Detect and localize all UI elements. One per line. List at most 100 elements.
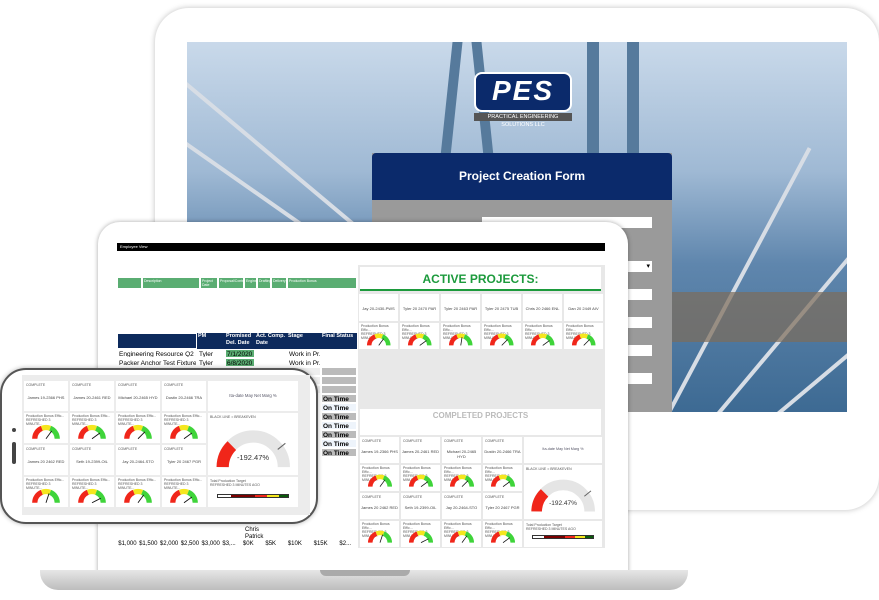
- gauge-card[interactable]: Production Bonus Effic... REFRESHED 3 MIN…: [401, 465, 440, 491]
- gauge-card[interactable]: Production Bonus Effic... REFRESHED 3 MIN…: [441, 323, 480, 349]
- project-card[interactable]: COMPLETE Tyler 20 2467 PGR: [162, 445, 206, 475]
- dashboard-panel: ACTIVE PROJECTS: Jay 20-2430-PWS Productio…: [358, 265, 605, 548]
- gauge-icon: [170, 424, 198, 440]
- project-card[interactable]: COMPLETE Seth 19-2399-OIL: [401, 493, 440, 519]
- table-row[interactable]: Packer Anchor Test Fixtures Tyler 6/8/2020…: [117, 358, 357, 367]
- grid-column-header[interactable]: Production Bonus: [287, 277, 357, 289]
- gauge-card[interactable]: Production Bonus Effic... REFRESHED 3 MIN…: [24, 413, 68, 443]
- project-name: James 20 2462 RED: [27, 458, 65, 464]
- gauge-card[interactable]: Production Bonus Effic... REFRESHED 3 MIN…: [442, 465, 481, 491]
- gauge-title: Production Bonus Effic...: [566, 324, 594, 332]
- project-card[interactable]: COMPLETE James 19-2366 PHS: [360, 437, 399, 463]
- grid-column-header[interactable]: Project Date: [200, 277, 218, 289]
- grid-column-header[interactable]: Delivery: [271, 277, 287, 289]
- active-projects-title: ACTIVE PROJECTS:: [360, 267, 601, 291]
- project-card[interactable]: COMPLETE Jay 20-2464-STO: [442, 493, 481, 519]
- gauge-card[interactable]: Production Bonus Effic... REFRESHED 3 MIN…: [70, 477, 114, 507]
- card-label: COMPLETE: [403, 439, 423, 443]
- table-header-row: PM Promised Del. Date Act. Comp. Date Stage…: [117, 333, 357, 349]
- project-card[interactable]: COMPLETE James 20-2461 RED: [70, 381, 114, 411]
- project-card[interactable]: COMPLETE Jay 20-2464-STO: [116, 445, 160, 475]
- gauge-card[interactable]: Production Bonus Effic... REFRESHED 3 MIN…: [116, 477, 160, 507]
- gauge-card[interactable]: Production Bonus Effic... REFRESHED 3 MIN…: [116, 413, 160, 443]
- gauge-card[interactable]: Production Bonus Effic... REFRESHED 3 MIN…: [162, 413, 206, 443]
- gauge-icon: [367, 531, 392, 544]
- axis-tick-label: $0K: [242, 541, 254, 547]
- grid-column-header[interactable]: Description: [142, 277, 200, 289]
- project-card[interactable]: Tyler 20 2475 TUB: [482, 294, 521, 321]
- project-card[interactable]: Jay 20-2430-PWS: [359, 294, 398, 321]
- logo-subtitle: PRACTICAL ENGINEERING SOLUTIONS LLC: [474, 113, 572, 128]
- final-status-cell: On Time: [321, 421, 357, 430]
- project-card[interactable]: COMPLETE Michael 20-2465 HYD: [116, 381, 160, 411]
- bar-segment: [230, 494, 256, 497]
- axis-tick-label: $2,500: [180, 541, 200, 547]
- bar-segment: [278, 494, 288, 497]
- table-header-cell[interactable]: PM: [197, 333, 225, 349]
- project-card[interactable]: COMPLETE James 20 2462 RED: [360, 493, 399, 519]
- gauge-card[interactable]: Production Bonus Effic... REFRESHED 3 MIN…: [400, 323, 439, 349]
- project-name: Tyler 20 2467 PGR: [166, 458, 202, 464]
- table-header-cell[interactable]: Stage: [287, 333, 321, 349]
- gauge-card[interactable]: Production Bonus Effic... REFRESHED 3 MIN…: [442, 521, 481, 547]
- grid-column-header[interactable]: [117, 277, 142, 289]
- gauge-card[interactable]: Production Bonus Effic... REFRESHED 3 MIN…: [162, 477, 206, 507]
- axis-tick-label: $2,000: [159, 541, 179, 547]
- target-bullet-bar: [217, 493, 289, 498]
- gauge-card[interactable]: Production Bonus Effic... REFRESHED 3 MIN…: [564, 323, 603, 349]
- card-label: COMPLETE: [118, 383, 138, 387]
- axis-tick-label: $1,500: [139, 541, 158, 547]
- grid-column-header[interactable]: Engineering: [244, 277, 265, 289]
- project-card[interactable]: Tyler 20 2463 PAR: [441, 294, 480, 321]
- grid-column-header[interactable]: Proposal/Contract: [218, 277, 248, 289]
- gauge-card[interactable]: Production Bonus Effic... REFRESHED 3 MIN…: [482, 323, 521, 349]
- project-name: Jay 20-2430-PWS: [362, 306, 395, 312]
- gauge-card[interactable]: Production Bonus Effic... REFRESHED 3 MIN…: [359, 323, 398, 349]
- project-card[interactable]: Dan 20 2449 AIV: [564, 294, 603, 321]
- project-card[interactable]: COMPLETE James 20-2461 RED: [401, 437, 440, 463]
- gauge-card[interactable]: Production Bonus Effic... REFRESHED 3 MIN…: [523, 323, 562, 349]
- project-name: Michael 20-2465 HYD: [118, 394, 158, 400]
- gauge-icon: [408, 475, 433, 488]
- gauge-card[interactable]: Production Bonus Effic... REFRESHED 3 MIN…: [401, 521, 440, 547]
- gauge-card[interactable]: Production Bonus Effic... REFRESHED 3 MIN…: [360, 521, 399, 547]
- laptop-notch: [320, 570, 410, 576]
- final-status-cell: On Time: [321, 448, 357, 457]
- project-card[interactable]: Tyler 20 2470 PAR: [400, 294, 439, 321]
- table-header-cell[interactable]: Final Status: [321, 333, 357, 349]
- gauge-icon: [32, 424, 60, 440]
- card-label: COMPLETE: [72, 383, 92, 387]
- gauge-card[interactable]: Production Bonus Effic... REFRESHED 3 MIN…: [483, 521, 522, 547]
- grid-column-header[interactable]: Drafting: [257, 277, 271, 289]
- gauge-icon: [448, 333, 473, 346]
- project-card[interactable]: COMPLETE James 20 2462 RED: [24, 445, 68, 475]
- project-card[interactable]: Chris 20 2466 ENL: [523, 294, 562, 321]
- card-label: COMPLETE: [72, 447, 92, 451]
- project-card[interactable]: COMPLETE Seth 19-2399-OIL: [70, 445, 114, 475]
- gauge-card[interactable]: Production Bonus Effic... REFRESHED 3 MIN…: [24, 477, 68, 507]
- project-card[interactable]: COMPLETE Michael 20-2465 HYD: [442, 437, 481, 463]
- kpi-value: -192.47%: [549, 500, 577, 508]
- gauge-card[interactable]: Production Bonus Effic... REFRESHED 3 MIN…: [70, 413, 114, 443]
- gauge-card[interactable]: Production Bonus Effic... REFRESHED 3 MIN…: [360, 465, 399, 491]
- table-row[interactable]: Engineering Resource Q2 2020Tyler7/1/202…: [117, 349, 357, 358]
- table-header-cell[interactable]: Promised Del. Date: [225, 333, 255, 349]
- kpi-donut-gauge: [531, 479, 595, 513]
- card-label: COMPLETE: [362, 439, 382, 443]
- axis-tick-label: $10K: [287, 541, 302, 547]
- kpi-title: Ita-date May Net Marg %: [229, 393, 277, 398]
- project-card[interactable]: COMPLETE Dustin 20-2466 TRA: [483, 437, 522, 463]
- axis-tick-label: $1,000: [118, 541, 137, 547]
- table-header-cell: [117, 333, 197, 349]
- project-card[interactable]: COMPLETE Dustin 20-2466 TRA: [162, 381, 206, 411]
- gauge-card[interactable]: Production Bonus Effic... REFRESHED 3 MIN…: [483, 465, 522, 491]
- project-name: Tyler 20 2467 PGR: [485, 504, 520, 510]
- table-header-cell[interactable]: Act. Comp. Date: [255, 333, 287, 349]
- project-card[interactable]: COMPLETE James 19-2366 PHS: [24, 381, 68, 411]
- final-status-cell: On Time: [321, 394, 357, 403]
- project-name: Chris 20 2466 ENL: [525, 306, 560, 312]
- gauge-icon: [170, 488, 198, 504]
- table-cell: [321, 349, 357, 358]
- kpi-gauge-card: BLACK LINE = BREAKEVEN -192.47%: [524, 465, 602, 519]
- project-card[interactable]: COMPLETE Tyler 20 2467 PGR: [483, 493, 522, 519]
